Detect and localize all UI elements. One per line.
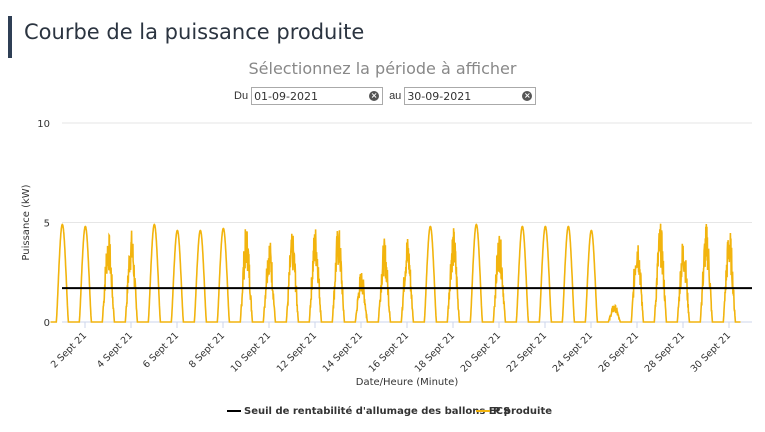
series-p-produite-line <box>50 223 741 323</box>
x-axis-title: Date/Heure (Minute) <box>356 377 459 388</box>
y-tick-label: 0 <box>44 318 50 329</box>
y-tick-label: 10 <box>37 119 50 130</box>
y-axis-title: Puissance (kW) <box>21 184 32 260</box>
x-tick-label: 18 Sept 21 <box>413 330 457 374</box>
power-chart: 0 5 10 Puissance (kW) 2 Sept 21 4 Sept 21 6 Se… <box>21 119 752 417</box>
x-tick-label: 2 Sept 21 <box>49 330 89 370</box>
x-tick-label: 10 Sept 21 <box>229 330 273 374</box>
chart-legend: Seuil de rentabilité d'allumage des ball… <box>227 405 552 417</box>
x-tick-label: 4 Sept 21 <box>95 330 135 370</box>
x-tick-label: 30 Sept 21 <box>689 330 733 374</box>
legend-threshold-label: Seuil de rentabilité d'allumage des ball… <box>244 405 510 417</box>
x-tick-label: 8 Sept 21 <box>187 330 227 370</box>
x-tick-label: 28 Sept 21 <box>643 330 687 374</box>
x-tick-label: 20 Sept 21 <box>459 330 503 374</box>
legend-production-label: P produite <box>493 406 552 417</box>
x-tick-label: 6 Sept 21 <box>141 330 181 370</box>
x-tick-label: 14 Sept 21 <box>321 330 365 374</box>
x-tick-label: 12 Sept 21 <box>275 330 319 374</box>
x-tick-label: 22 Sept 21 <box>505 330 549 374</box>
x-tick-label: 26 Sept 21 <box>597 330 641 374</box>
x-tick-label: 16 Sept 21 <box>367 330 411 374</box>
x-tick-label: 24 Sept 21 <box>551 330 595 374</box>
y-tick-label: 5 <box>44 219 50 230</box>
